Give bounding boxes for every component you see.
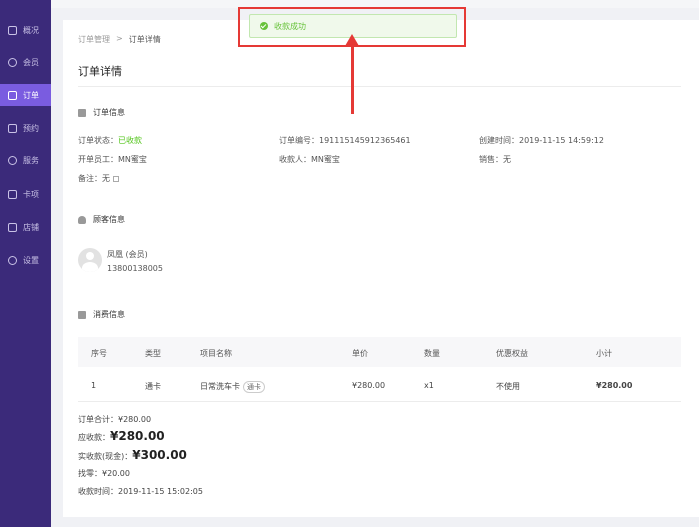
sidebar-item-cards[interactable]: 卡项 [0,183,51,205]
order-status: 订单状态：已收款 [78,135,142,146]
consumption-heading: 消费信息 [78,309,125,320]
order-cashier: 收款人：MN蜜宝 [279,155,340,164]
column-header: 项目名称 [200,349,232,358]
sidebar-item-label: 店铺 [23,222,39,232]
customer-phone: 13800138005 [107,264,163,273]
sidebar-item-label: 概况 [23,25,39,35]
order-staff: 开单员工：MN蜜宝 [78,155,147,164]
order-number: 订单编号：191115145912365461 [279,136,411,145]
table-cell-qty: x1 [424,381,434,390]
edit-icon[interactable] [113,175,119,182]
check-circle-icon [260,22,268,30]
column-header: 数量 [424,349,440,358]
order-sales: 销售：无 [479,155,511,164]
sidebar-item-label: 设置 [23,255,39,265]
breadcrumb-current: 订单详情 [128,35,161,44]
table-cell-price: ¥280.00 [352,381,386,390]
customer-name: 凤凰 (会员) [107,250,148,259]
order-total: 订单合计：¥280.00 [78,415,152,424]
sidebar-item-members[interactable]: 会员 [0,51,51,73]
receipt-icon [78,310,86,319]
service-icon [8,155,17,165]
store-icon [8,222,17,232]
sidebar-item-service[interactable]: 服务 [0,149,51,171]
amount-paid: 实收款(现金)：¥300.00 [78,448,187,462]
table-header [78,337,681,367]
order-status-value: 已收款 [118,136,142,145]
document-icon [78,108,86,117]
breadcrumb-separator: > [116,34,123,43]
column-header: 小计 [596,349,612,358]
calendar-icon [8,123,17,133]
page-title: 订单详情 [78,65,122,78]
person-icon [78,215,86,224]
amount-paid-value: ¥300.00 [132,448,187,462]
chat-icon [8,25,17,35]
order-remark: 备注：无 [78,173,119,184]
avatar [78,248,102,272]
sidebar-item-orders[interactable]: 订单 [0,84,51,106]
paid-time: 收款时间：2019-11-15 15:02:05 [78,487,203,496]
customer-info-title: 顾客信息 [93,215,125,224]
customer-info-heading: 顾客信息 [78,214,125,225]
table-row-divider [78,401,681,402]
toast-message: 收款成功 [274,21,306,31]
card-type-tag: 通卡 [243,381,265,393]
table-cell-type: 通卡 [145,382,161,391]
order-info-title: 订单信息 [93,108,125,117]
consumption-title: 消费信息 [93,310,125,319]
sidebar: 概况 会员 订单 预约 服务 卡项 店铺 设置 [0,0,51,527]
breadcrumb-parent[interactable]: 订单管理 [78,34,110,45]
column-header: 单价 [352,349,368,358]
table-cell-discount: 不使用 [496,382,520,391]
table-cell-item: 日常洗车卡 通卡 [200,381,265,393]
sidebar-item-booking[interactable]: 预约 [0,117,51,139]
sidebar-item-label: 卡项 [23,189,39,199]
table-cell-subtotal: ¥280.00 [596,381,633,390]
column-header: 类型 [145,349,161,358]
item-name: 日常洗车卡 [200,382,240,391]
table-cell-no: 1 [91,381,97,390]
column-header: 序号 [91,349,107,358]
amount-due: 应收款：¥280.00 [78,429,165,443]
order-info-heading: 订单信息 [78,107,125,118]
diamond-icon [8,57,17,67]
order-icon [8,90,17,100]
card-icon [8,189,17,199]
annotation-arrow [351,44,354,114]
order-status-label: 订单状态： [78,136,118,145]
sidebar-item-store[interactable]: 店铺 [0,216,51,238]
change-amount: 找零：¥20.00 [78,469,130,478]
sidebar-item-label: 服务 [23,155,39,165]
created-time: 创建时间：2019-11-15 14:59:12 [479,136,604,145]
sidebar-item-label: 订单 [23,90,39,100]
amount-due-label: 应收款： [78,433,110,442]
order-remark-text: 备注：无 [78,174,110,183]
amount-due-value: ¥280.00 [110,429,165,443]
sidebar-item-label: 预约 [23,123,39,133]
breadcrumb: 订单管理 > 订单详情 [78,34,161,45]
column-header: 优惠权益 [496,349,528,358]
sidebar-item-settings[interactable]: 设置 [0,249,51,271]
divider [78,86,681,87]
gear-icon [8,255,17,265]
sidebar-item-overview[interactable]: 概况 [0,19,51,41]
sidebar-item-label: 会员 [23,57,39,67]
amount-paid-label: 实收款(现金)： [78,452,133,461]
